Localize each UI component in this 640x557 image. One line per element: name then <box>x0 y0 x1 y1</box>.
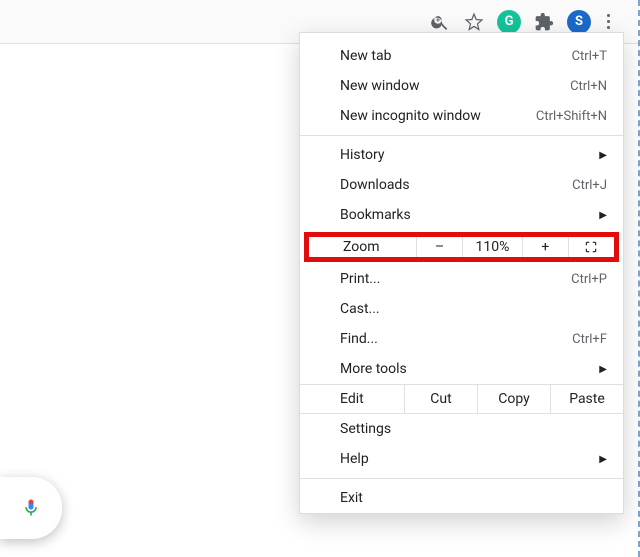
voice-search-button[interactable] <box>0 477 62 539</box>
cut-button[interactable]: Cut <box>404 385 477 413</box>
microphone-icon <box>21 498 41 518</box>
separator <box>300 135 623 136</box>
shortcut-text: Ctrl+P <box>571 272 607 287</box>
menu-item-history[interactable]: History ▶ <box>300 140 623 170</box>
menu-label: Bookmarks <box>340 207 589 223</box>
menu-item-new-tab[interactable]: New tab Ctrl+T <box>300 41 623 71</box>
zoom-in-button[interactable]: + <box>523 237 569 257</box>
menu-label: Downloads <box>340 177 572 193</box>
menu-label: New tab <box>340 48 572 64</box>
edit-label: Edit <box>300 391 404 407</box>
fullscreen-button[interactable] <box>569 237 614 257</box>
menu-item-new-incognito[interactable]: New incognito window Ctrl+Shift+N <box>300 101 623 131</box>
menu-item-more-tools[interactable]: More tools ▶ <box>300 354 623 384</box>
copy-button[interactable]: Copy <box>477 385 550 413</box>
shortcut-text: Ctrl+N <box>570 79 607 94</box>
separator <box>300 478 623 479</box>
shortcut-text: Ctrl+T <box>572 49 607 64</box>
menu-label: More tools <box>340 361 589 377</box>
menu-label: History <box>340 147 589 163</box>
menu-label: Exit <box>340 490 607 506</box>
menu-item-new-window[interactable]: New window Ctrl+N <box>300 71 623 101</box>
submenu-arrow-icon: ▶ <box>599 454 607 465</box>
bookmark-star-icon[interactable] <box>463 11 485 33</box>
menu-item-print[interactable]: Print... Ctrl+P <box>300 264 623 294</box>
extensions-icon[interactable] <box>533 11 555 33</box>
submenu-arrow-icon: ▶ <box>599 210 607 221</box>
menu-label: Help <box>340 451 589 467</box>
shortcut-text: Ctrl+Shift+N <box>536 109 607 124</box>
submenu-arrow-icon: ▶ <box>599 364 607 375</box>
zoom-out-button[interactable]: – <box>417 237 463 257</box>
shortcut-text: Ctrl+J <box>572 178 607 193</box>
fullscreen-icon <box>584 240 598 254</box>
paste-button[interactable]: Paste <box>550 385 623 413</box>
shortcut-text: Ctrl+F <box>572 332 607 347</box>
menu-item-bookmarks[interactable]: Bookmarks ▶ <box>300 200 623 230</box>
zoom-level-text: 110% <box>463 237 523 257</box>
kebab-menu-icon[interactable] <box>603 10 614 33</box>
menu-item-help[interactable]: Help ▶ <box>300 444 623 474</box>
menu-item-edit: Edit Cut Copy Paste <box>300 384 623 414</box>
chrome-main-menu: New tab Ctrl+T New window Ctrl+N New inc… <box>299 32 624 514</box>
menu-label: New window <box>340 78 570 94</box>
grammarly-extension-icon[interactable]: G <box>497 10 521 34</box>
menu-label: Find... <box>340 331 572 347</box>
menu-item-find[interactable]: Find... Ctrl+F <box>300 324 623 354</box>
menu-item-cast[interactable]: Cast... <box>300 294 623 324</box>
profile-avatar[interactable]: S <box>567 10 591 34</box>
menu-item-settings[interactable]: Settings <box>300 414 623 444</box>
submenu-arrow-icon: ▶ <box>599 150 607 161</box>
menu-label: Cast... <box>340 301 607 317</box>
zoom-label: Zoom <box>309 237 417 257</box>
menu-label: Settings <box>340 421 607 437</box>
menu-label: Print... <box>340 271 571 287</box>
menu-item-exit[interactable]: Exit <box>300 483 623 513</box>
zoom-indicator-icon[interactable] <box>429 11 451 33</box>
menu-item-downloads[interactable]: Downloads Ctrl+J <box>300 170 623 200</box>
menu-item-zoom: Zoom – 110% + <box>304 232 619 262</box>
menu-label: New incognito window <box>340 108 536 124</box>
